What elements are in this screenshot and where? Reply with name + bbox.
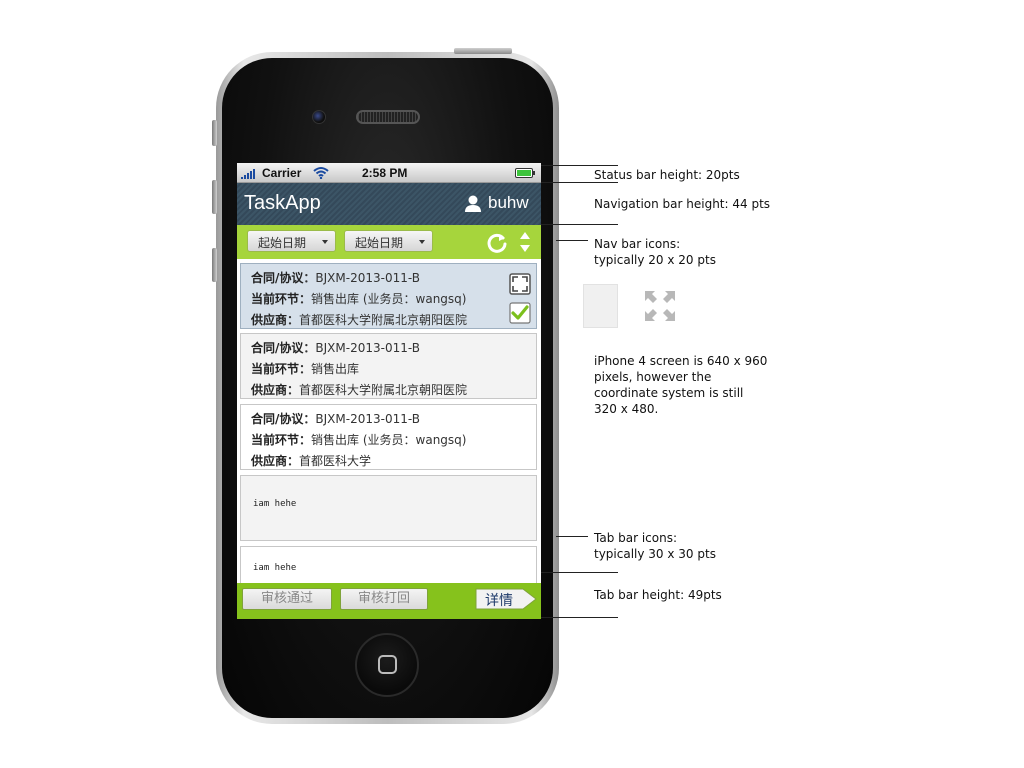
annotation-line (541, 224, 618, 225)
refresh-icon[interactable] (486, 232, 508, 254)
list-item[interactable]: iam hehe (240, 475, 537, 541)
supplier-line: 供应商：首都医科大学 (251, 454, 372, 468)
list-item[interactable]: 合同/协议：BJXM-2013-011-B 当前环节：销售出库 (业务员：wan… (240, 263, 537, 329)
stage-line: 当前环节：销售出库 (251, 362, 360, 376)
app-title: TaskApp (244, 192, 321, 214)
tab-bar: 审核通过 审核打回 详情 (237, 583, 541, 619)
contract-line: 合同/协议：BJXM-2013-011-B (251, 271, 420, 285)
status-bar-note: Status bar height: 20pts (594, 168, 740, 182)
navigation-bar: TaskApp buhw (237, 183, 541, 225)
sort-icon[interactable] (519, 231, 531, 253)
expand-icon[interactable] (509, 273, 531, 295)
item-text: iam hehe (253, 499, 297, 509)
user-icon[interactable] (465, 195, 481, 212)
stage-line: 当前环节：销售出库 (业务员：wangsq) (251, 433, 467, 447)
annotation-line (556, 536, 588, 537)
clock: 2:58 PM (362, 166, 408, 180)
status-bar: Carrier 2:58 PM (237, 163, 541, 183)
item-text: iam hehe (253, 563, 297, 573)
detail-label: 详情 (485, 593, 513, 609)
battery-full-icon (515, 168, 535, 178)
speaker-grille (356, 110, 420, 124)
expand-icon (645, 291, 675, 321)
list-item[interactable]: 合同/协议：BJXM-2013-011-B 当前环节：销售出库 (业务员：wan… (240, 404, 537, 470)
tab-bar-note: Tab bar height: 49pts (594, 588, 722, 602)
start-date-label: 起始日期 (258, 236, 307, 250)
contract-line: 合同/协议：BJXM-2013-011-B (251, 341, 420, 355)
signal-strength-icon (241, 169, 255, 179)
mute-switch (212, 120, 217, 146)
tab-icons-note: Tab bar icons: typically 30 x 30 pts (594, 531, 716, 561)
user-name[interactable]: buhw (488, 193, 529, 213)
start-date-dropdown-1[interactable]: 起始日期 (247, 230, 336, 252)
annotation-line (541, 617, 618, 618)
start-date-label: 起始日期 (355, 236, 404, 250)
volume-down-button (212, 248, 217, 282)
camera-icon (312, 110, 326, 124)
contract-line: 合同/协议：BJXM-2013-011-B (251, 412, 420, 426)
supplier-line: 供应商：首都医科大学附属北京朝阳医院 (251, 383, 468, 397)
top-button (454, 48, 512, 54)
icon-size-sample (583, 284, 618, 328)
volume-up-button (212, 180, 217, 214)
checkbox-checked-icon[interactable] (509, 302, 531, 324)
home-square-icon (378, 655, 397, 674)
screen-size-note: iPhone 4 screen is 640 x 960 pixels, how… (594, 354, 768, 416)
reject-button[interactable]: 审核打回 (340, 588, 428, 610)
annotation-line (541, 572, 618, 573)
wifi-icon (313, 167, 329, 179)
annotation-line (541, 165, 618, 166)
filter-bar: 起始日期 起始日期 (237, 225, 541, 259)
home-button[interactable] (355, 633, 419, 697)
nav-icons-note: Nav bar icons: typically 20 x 20 pts (594, 237, 716, 267)
nav-bar-note: Navigation bar height: 44 pts (594, 197, 771, 211)
annotation-line (556, 240, 588, 241)
stage-line: 当前环节：销售出库 (业务员：wangsq) (251, 292, 467, 306)
detail-button[interactable]: 详情 (475, 588, 537, 610)
chevron-down-icon (322, 240, 328, 244)
approve-button[interactable]: 审核通过 (242, 588, 332, 610)
task-list: 合同/协议：BJXM-2013-011-B 当前环节：销售出库 (业务员：wan… (237, 259, 541, 612)
supplier-line: 供应商：首都医科大学附属北京朝阳医院 (251, 313, 468, 327)
list-item[interactable]: 合同/协议：BJXM-2013-011-B 当前环节：销售出库 供应商：首都医科… (240, 333, 537, 399)
carrier-label: Carrier (262, 166, 302, 180)
phone-screen: Carrier 2:58 PM TaskApp buhw 起始日期 起始日期 合… (237, 163, 541, 619)
chevron-down-icon (419, 240, 425, 244)
start-date-dropdown-2[interactable]: 起始日期 (344, 230, 433, 252)
